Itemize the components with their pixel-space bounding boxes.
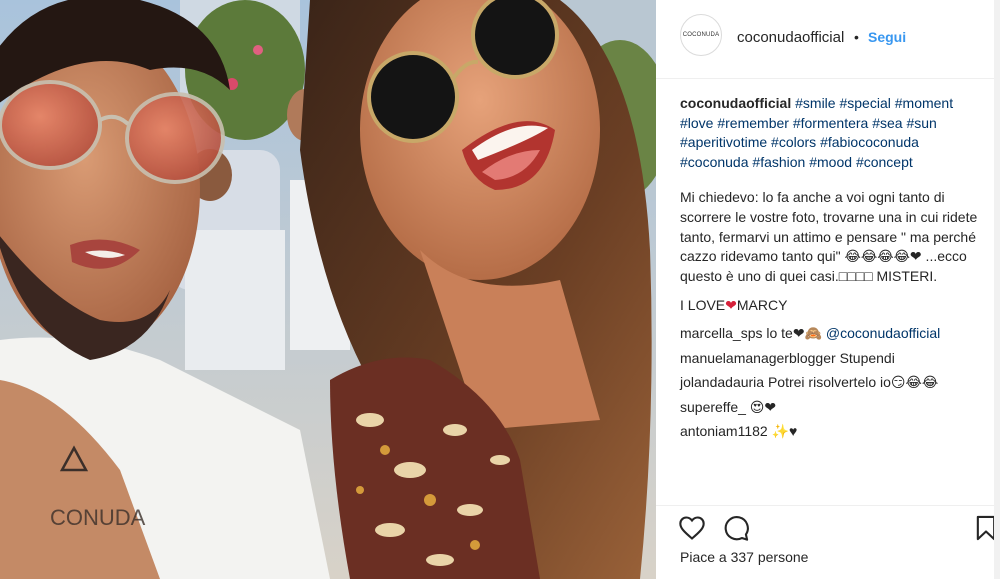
- comment-username[interactable]: supereffe_: [680, 399, 746, 415]
- header-username[interactable]: coconudaofficial: [737, 29, 844, 46]
- comment-text: lo te❤🙈: [766, 324, 822, 341]
- post-side-panel: COCONUDA coconudaofficial • Segui coconu…: [656, 0, 1000, 579]
- comment-text: Stupendi: [839, 349, 895, 366]
- comment-text: Potrei risolvertelo io😏😂😂: [767, 374, 939, 391]
- comment-username[interactable]: marcella_sps: [680, 325, 762, 341]
- hashtag[interactable]: #love: [680, 115, 713, 131]
- scrollbar[interactable]: [994, 0, 1000, 579]
- follow-button[interactable]: Segui: [868, 29, 906, 45]
- comment-item: manuelamanagerblogger Stupendi: [680, 349, 990, 369]
- comment-item: marcella_sps lo te❤🙈 @coconudaofficial: [680, 324, 990, 344]
- comments-section: coconudaofficial #smile #special #moment…: [680, 94, 990, 442]
- caption-username[interactable]: coconudaofficial: [680, 95, 791, 111]
- hashtag[interactable]: #formentera: [793, 115, 868, 131]
- hashtag[interactable]: #sun: [906, 115, 936, 131]
- comment-text: ✨♥: [771, 423, 798, 440]
- hashtag[interactable]: #concept: [856, 154, 913, 170]
- likes-count[interactable]: Piace a 337 persone: [680, 549, 808, 565]
- hashtag[interactable]: #fabiococonuda: [820, 134, 919, 150]
- heart-outline-icon[interactable]: [678, 514, 706, 542]
- love-suffix: MARCY: [736, 297, 788, 314]
- hashtag[interactable]: #mood: [809, 154, 852, 170]
- comment-mention[interactable]: @coconudaofficial: [826, 325, 940, 341]
- comment-item: jolandadauria Potrei risolvertelo io😏😂😂: [680, 373, 990, 393]
- action-bar: [656, 505, 1000, 550]
- avatar[interactable]: COCONUDA: [680, 14, 722, 56]
- caption-body: Mi chiedevo: lo fa anche a voi ogni tant…: [680, 189, 978, 284]
- hashtag[interactable]: #smile: [795, 95, 835, 111]
- hashtag[interactable]: #moment: [895, 95, 953, 111]
- hashtag[interactable]: #remember: [717, 115, 789, 131]
- hashtag[interactable]: #fashion: [752, 154, 805, 170]
- comment-username[interactable]: antoniam1182: [680, 423, 768, 439]
- caption: coconudaofficial #smile #special #moment…: [680, 94, 990, 316]
- heart-emoji: ❤: [725, 297, 737, 314]
- hashtag[interactable]: #coconuda: [680, 154, 749, 170]
- post-header: COCONUDA coconudaofficial • Segui: [656, 0, 1000, 79]
- comment-username[interactable]: manuelamanagerblogger: [680, 350, 836, 366]
- hashtag[interactable]: #sea: [872, 115, 902, 131]
- comment-text: 😍❤: [749, 398, 777, 415]
- caption-love-line: I LOVE❤MARCY: [680, 296, 990, 316]
- comment-item: supereffe_ 😍❤: [680, 398, 990, 418]
- hashtag[interactable]: #special: [839, 95, 890, 111]
- love-prefix: I LOVE: [680, 297, 726, 314]
- comment-bubble-icon[interactable]: [722, 514, 750, 542]
- svg-text:CONUDA: CONUDA: [50, 505, 146, 530]
- avatar-logo-text: COCONUDA: [682, 32, 720, 38]
- comment-username[interactable]: jolandadauria: [680, 374, 764, 390]
- hashtag[interactable]: #aperitivotime: [680, 134, 767, 150]
- instagram-post: CONUDA COCONUDA coconudaofficial • Segui…: [0, 0, 1000, 579]
- post-photo[interactable]: CONUDA: [0, 0, 656, 579]
- comment-item: antoniam1182 ✨♥: [680, 422, 990, 442]
- hashtag[interactable]: #colors: [771, 134, 816, 150]
- header-separator: •: [854, 29, 859, 45]
